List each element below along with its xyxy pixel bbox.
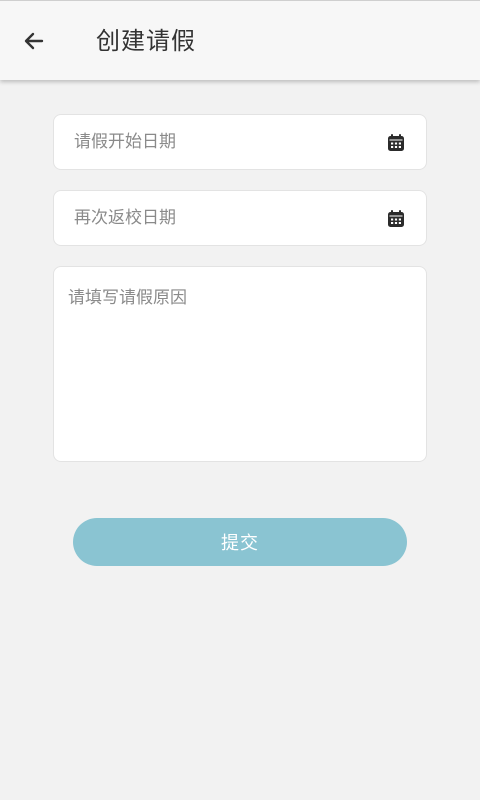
start-date-placeholder: 请假开始日期 <box>74 132 176 152</box>
app-bar: 创建请假 <box>0 0 480 80</box>
calendar-icon <box>388 210 404 227</box>
arrow-left-icon <box>24 32 44 50</box>
calendar-icon <box>388 134 404 151</box>
start-date-field[interactable]: 请假开始日期 <box>53 114 427 170</box>
page-title: 创建请假 <box>96 27 196 55</box>
submit-button[interactable]: 提交 <box>73 518 407 566</box>
reason-input[interactable] <box>53 266 427 462</box>
return-date-field[interactable]: 再次返校日期 <box>53 190 427 246</box>
back-button[interactable] <box>14 21 54 61</box>
return-date-placeholder: 再次返校日期 <box>74 208 176 228</box>
